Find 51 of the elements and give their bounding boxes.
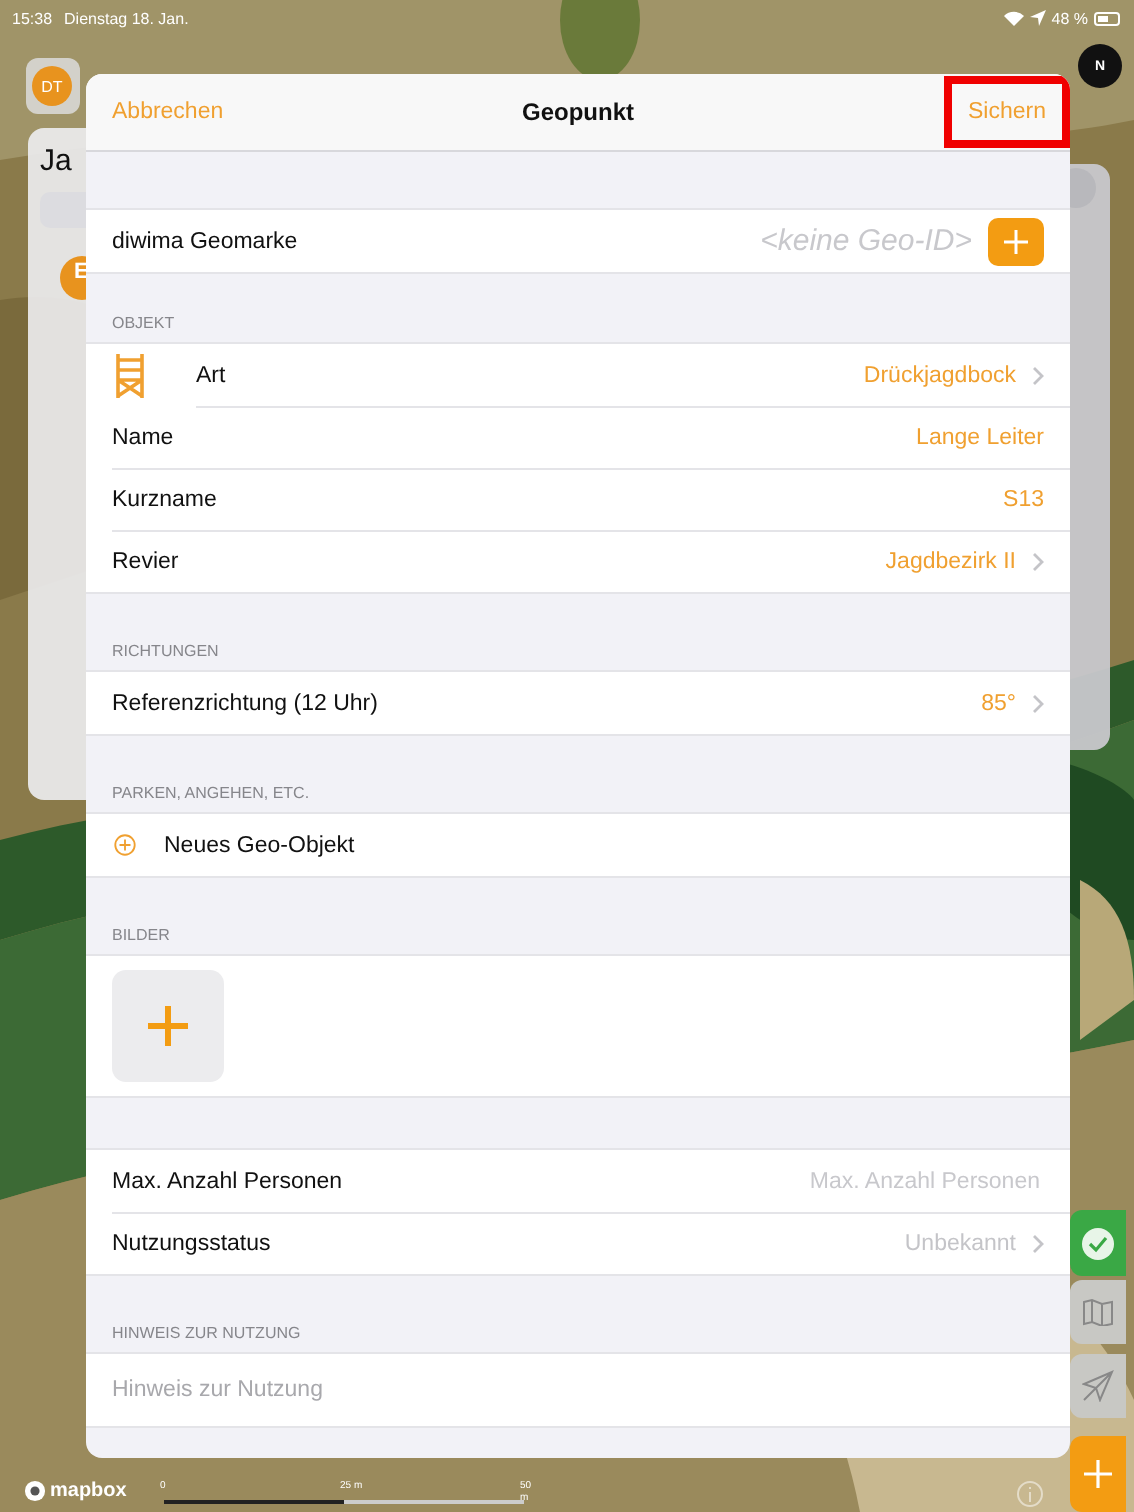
location-button[interactable] xyxy=(1070,1354,1126,1418)
section-header: OBJEKT xyxy=(112,314,175,332)
row-label: Name xyxy=(112,425,176,449)
battery-percentage: 48 % xyxy=(1051,9,1088,27)
row-label: diwima Geomarke xyxy=(112,229,300,253)
row-label: Nutzungsstatus xyxy=(112,1231,273,1255)
section-header: RICHTUNGEN xyxy=(112,642,219,660)
panel-title: Ja xyxy=(40,144,72,178)
info-icon[interactable] xyxy=(1016,1480,1044,1508)
plus-icon xyxy=(1004,229,1028,253)
logo-icon xyxy=(24,1480,46,1502)
row-label: Revier xyxy=(112,549,181,573)
ladder-stand-icon xyxy=(112,351,148,399)
row-value: Lange Leiter xyxy=(916,425,1044,449)
checkmark-icon xyxy=(1080,1225,1116,1261)
row-value[interactable]: Unbekannt xyxy=(904,1231,1016,1255)
map-icon xyxy=(1082,1298,1114,1326)
battery-icon xyxy=(1094,11,1122,25)
chevron-icon xyxy=(1032,693,1044,713)
wifi-icon xyxy=(1003,10,1024,26)
status-time: 15:38 xyxy=(12,9,53,27)
row-value[interactable]: 85° xyxy=(981,691,1016,715)
section-header: HINWEIS ZUR NUTZUNG xyxy=(112,1324,301,1342)
cancel-button[interactable]: Abbrechen xyxy=(100,92,236,132)
row-label: Kurzname xyxy=(112,487,219,511)
add-geo-tag-button[interactable] xyxy=(988,217,1044,265)
save-button[interactable]: Sichern xyxy=(944,76,1070,148)
location-arrow-icon xyxy=(1082,1370,1114,1402)
map-button[interactable] xyxy=(1070,1280,1126,1344)
section-header: PARKEN, ANGEHEN, ETC. xyxy=(112,784,310,802)
new-geo-object-button[interactable]: Neues Geo-Objekt xyxy=(114,833,355,857)
plus-circle-icon xyxy=(114,834,136,856)
chevron-icon xyxy=(1032,365,1044,385)
chevron-icon xyxy=(1032,551,1044,571)
row-label: Max. Anzahl Personen xyxy=(112,1169,345,1193)
status-date: Dienstag 18. Jan. xyxy=(64,9,189,27)
row-label: Art xyxy=(196,363,228,387)
plus-icon xyxy=(148,1006,188,1046)
confirm-button[interactable] xyxy=(1070,1210,1126,1276)
chevron-icon xyxy=(1032,1233,1044,1253)
location-arrow-icon xyxy=(1029,10,1046,26)
add-image-button[interactable] xyxy=(112,970,224,1082)
add-button[interactable] xyxy=(1070,1436,1126,1512)
row-value[interactable]: Drückjagdbock xyxy=(863,363,1016,387)
sheet-title: Geopunkt xyxy=(522,98,634,126)
section-header: BILDER xyxy=(112,926,170,944)
map-logo: mapbox xyxy=(24,1480,127,1502)
row-value[interactable]: Jagdbezirk II xyxy=(885,549,1016,573)
row-value: S13 xyxy=(1003,487,1044,511)
row-label: Referenzrichtung (12 Uhr) xyxy=(112,691,380,715)
plus-icon xyxy=(1084,1460,1112,1488)
